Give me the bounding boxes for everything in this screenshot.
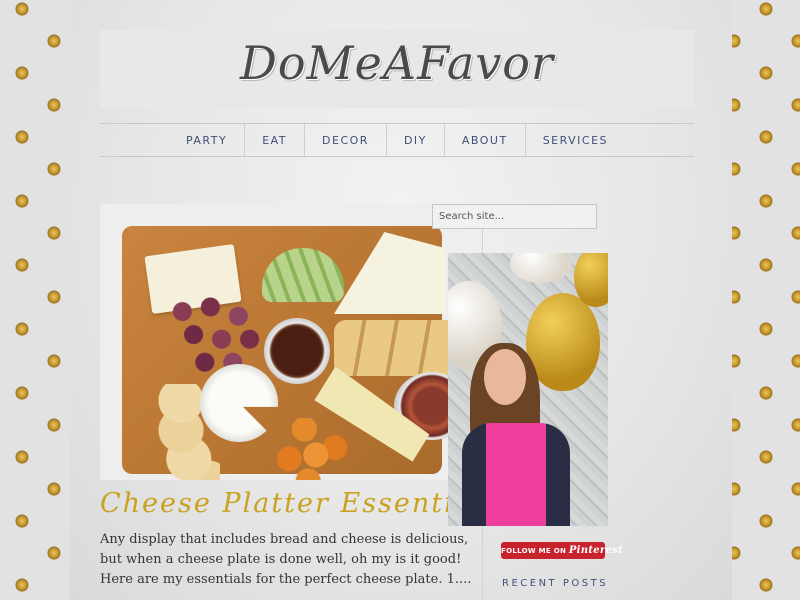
blue-cheese-image	[334, 232, 446, 314]
nav-item-party[interactable]: PARTY	[169, 124, 244, 156]
balloon-image	[510, 253, 572, 283]
dried-apricots-image	[274, 418, 350, 480]
post-excerpt: Any display that includes bread and chee…	[100, 532, 472, 587]
polka-dot-background-right	[732, 0, 800, 600]
jam-jar-image	[264, 318, 330, 384]
site-header: DoMeAFavor	[100, 30, 694, 108]
nav-item-eat[interactable]: EAT	[244, 124, 304, 156]
post-title-link[interactable]: Cheese Platter Essentials	[100, 488, 497, 519]
pinterest-follow-button[interactable]: FOLLOW ME ON Pinterest	[501, 542, 623, 559]
cutting-board-image	[122, 226, 463, 480]
site-logo[interactable]: DoMeAFavor	[100, 36, 694, 90]
author-photo	[448, 253, 608, 526]
page-container: DoMeAFavor PARTY EAT DECOR DIY ABOUT SER…	[70, 0, 732, 600]
bread-slices-image	[334, 320, 463, 376]
post-featured-image[interactable]	[100, 204, 463, 480]
polka-dot-background-left	[0, 0, 70, 600]
pinterest-logo-text: Pinterest	[568, 545, 624, 556]
apple-slices-image	[262, 248, 344, 302]
brie-image	[200, 364, 278, 442]
search-input[interactable]	[432, 204, 597, 229]
person-face	[484, 349, 526, 405]
recent-posts-heading: RECENT POSTS	[502, 578, 609, 589]
grapes-image	[160, 284, 272, 376]
nav-item-about[interactable]: ABOUT	[443, 124, 525, 156]
nav-item-decor[interactable]: DECOR	[304, 124, 386, 156]
person-body	[462, 423, 570, 526]
main-nav: PARTY EAT DECOR DIY ABOUT SERVICES	[100, 123, 694, 157]
pinterest-button-prefix: FOLLOW ME ON	[501, 547, 567, 555]
nav-item-diy[interactable]: DIY	[385, 124, 444, 156]
nav-item-services[interactable]: SERVICES	[524, 124, 625, 156]
